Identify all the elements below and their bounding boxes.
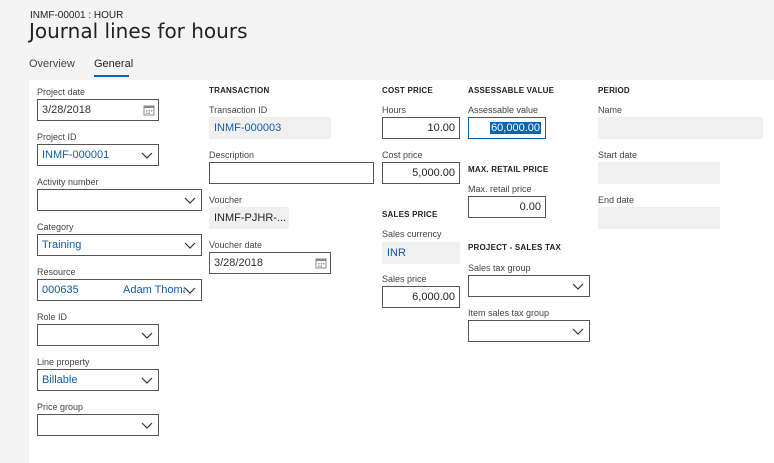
max-retail-price-label: Max. retail price (468, 184, 532, 194)
item-sales-tax-group-select[interactable] (468, 320, 590, 342)
activity-number-select[interactable] (37, 189, 202, 211)
resource-name-value: Adam Thoma (123, 284, 185, 296)
role-id-label: Role ID (37, 312, 68, 322)
cost-price-label: Cost price (382, 150, 423, 160)
voucher-date-label: Voucher date (209, 240, 263, 250)
max-retail-price-heading: MAX. RETAIL PRICE (468, 165, 549, 174)
voucher-date-field[interactable]: 3/28/2018 (209, 252, 331, 274)
project-date-label: Project date (37, 87, 86, 97)
cost-price-input[interactable]: 5,000.00 (382, 162, 460, 184)
period-heading: PERIOD (598, 86, 630, 95)
resource-id-value: 000635 (42, 284, 79, 296)
project-id-select[interactable]: INMF-000001 (37, 144, 159, 166)
max-retail-price-input[interactable]: 0.00 (468, 196, 546, 218)
resource-select[interactable]: 000635 Adam Thoma (37, 279, 202, 301)
transaction-heading: TRANSACTION (209, 86, 270, 95)
sales-currency-label: Sales currency (382, 229, 442, 239)
chevron-down-icon (141, 422, 153, 429)
sales-tax-group-label: Sales tax group (468, 263, 531, 273)
project-id-label: Project ID (37, 132, 77, 142)
project-date-field[interactable]: 3/28/2018 (37, 99, 159, 121)
voucher-date-value: 3/28/2018 (214, 257, 263, 269)
project-sales-tax-heading: PROJECT - SALES TAX (468, 243, 561, 252)
end-date-label: End date (598, 195, 635, 205)
calendar-icon[interactable] (143, 104, 155, 116)
category-value: Training (42, 239, 82, 251)
sales-price-input[interactable]: 6,000.00 (382, 286, 460, 308)
category-select[interactable]: Training (37, 234, 202, 256)
sales-currency-value: INR (382, 242, 460, 264)
start-date-value (598, 162, 720, 184)
chevron-down-icon (184, 197, 196, 204)
chevron-down-icon (141, 377, 153, 384)
voucher-label: Voucher (209, 195, 243, 205)
hours-input[interactable]: 10.00 (382, 117, 460, 139)
chevron-down-icon (184, 287, 196, 294)
sales-tax-group-select[interactable] (468, 275, 590, 297)
calendar-icon[interactable] (315, 257, 327, 269)
resource-label: Resource (37, 267, 76, 277)
transaction-id-value: INMF-000003 (209, 117, 331, 139)
price-group-select[interactable] (37, 414, 159, 436)
end-date-value (598, 207, 720, 229)
assessable-value-label: Assessable value (468, 105, 539, 115)
price-group-label: Price group (37, 402, 84, 412)
page-title: Journal lines for hours (29, 19, 248, 43)
role-id-select[interactable] (37, 324, 159, 346)
tab-general[interactable]: General (94, 58, 133, 70)
cost-price-heading: COST PRICE (382, 86, 433, 95)
hours-label: Hours (382, 105, 407, 115)
active-tab-indicator (94, 75, 129, 77)
description-label: Description (209, 150, 255, 160)
chevron-down-icon (572, 328, 584, 335)
chevron-down-icon (141, 332, 153, 339)
category-label: Category (37, 222, 74, 232)
chevron-down-icon (184, 242, 196, 249)
tab-overview[interactable]: Overview (29, 58, 75, 70)
sales-price-label: Sales price (382, 274, 427, 284)
project-date-value: 3/28/2018 (42, 104, 91, 116)
description-input[interactable] (209, 162, 374, 184)
assessable-value-input[interactable]: 60,000.00 (468, 117, 546, 139)
line-property-label: Line property (37, 357, 90, 367)
period-name-value (598, 117, 763, 139)
line-property-value: Billable (42, 374, 78, 386)
chevron-down-icon (572, 283, 584, 290)
assessable-value-selected-text: 60,000.00 (489, 121, 542, 135)
sales-price-heading: SALES PRICE (382, 210, 438, 219)
activity-number-label: Activity number (37, 177, 99, 187)
item-sales-tax-group-label: Item sales tax group (468, 308, 550, 318)
chevron-down-icon (141, 152, 153, 159)
start-date-label: Start date (598, 150, 638, 160)
assessable-value-heading: ASSESSABLE VALUE (468, 86, 555, 95)
transaction-id-label: Transaction ID (209, 105, 268, 115)
period-name-label: Name (598, 105, 623, 115)
project-id-value: INMF-000001 (42, 149, 110, 161)
voucher-value: INMF-PJHR-... (209, 207, 289, 229)
line-property-select[interactable]: Billable (37, 369, 159, 391)
left-gutter (0, 80, 29, 463)
